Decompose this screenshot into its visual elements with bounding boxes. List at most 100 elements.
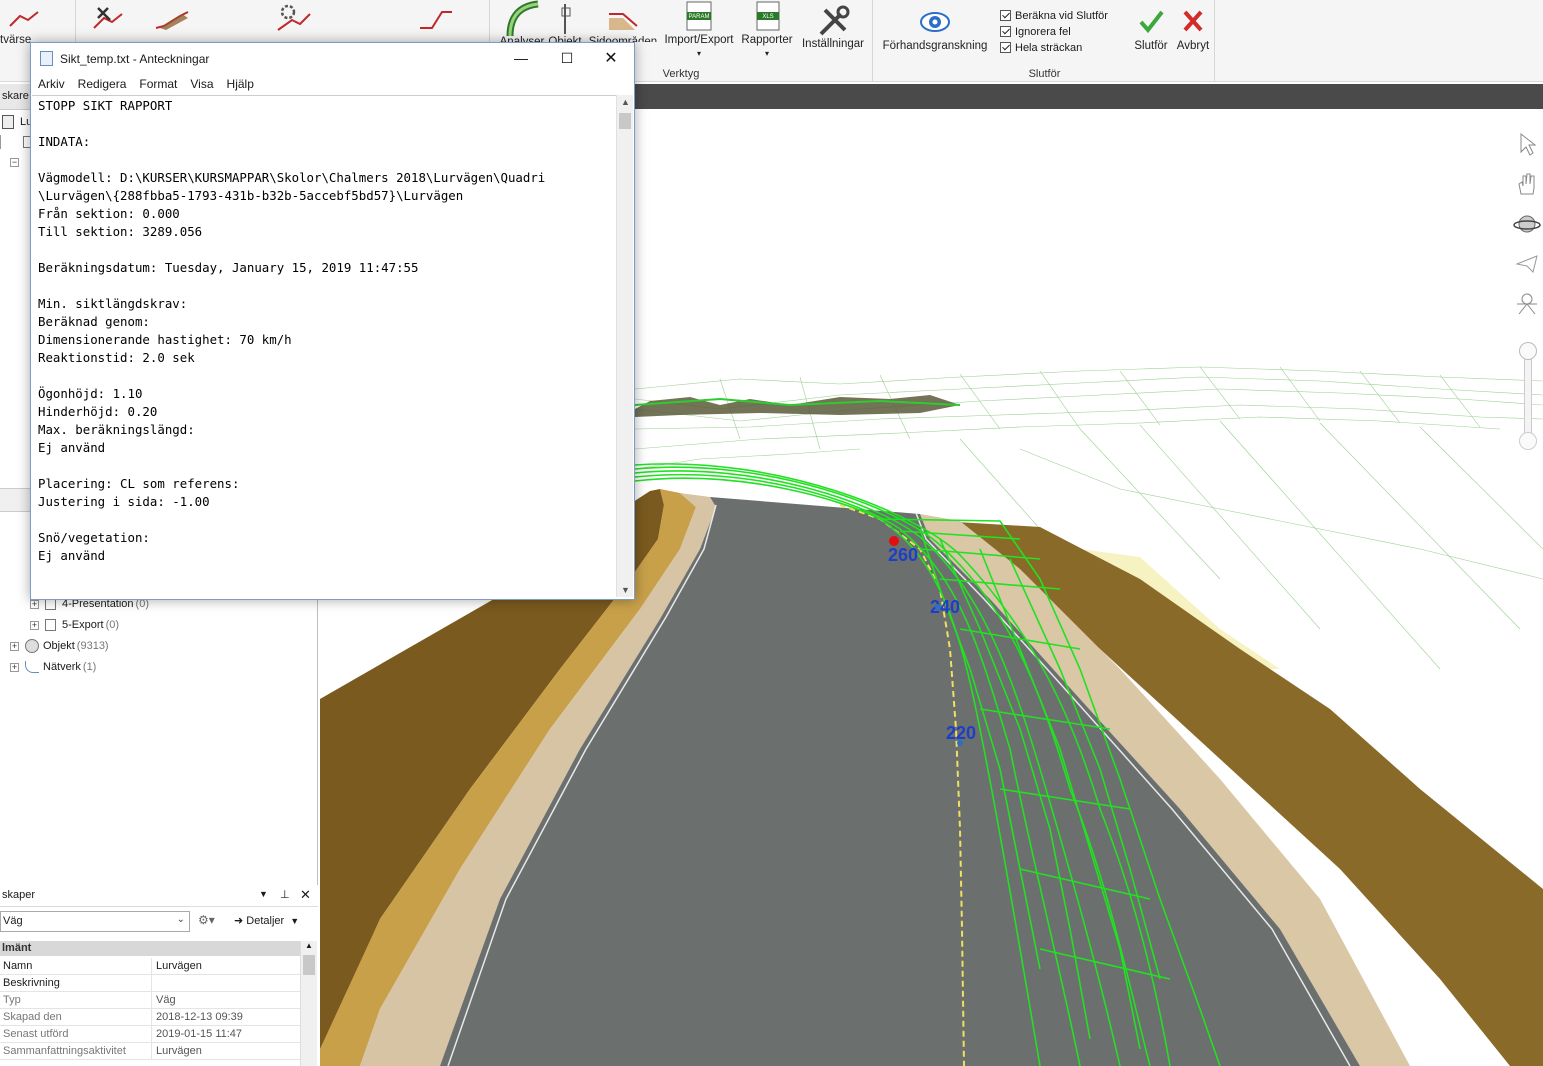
expand-icon[interactable]: + [10, 641, 19, 651]
sidoomraden-button[interactable]: Sidoområden [588, 0, 658, 42]
object-type-select[interactable]: Väg ⌄ [0, 911, 190, 932]
property-row[interactable]: Beskrivning [0, 975, 300, 992]
checkbox-checked[interactable] [1000, 26, 1011, 37]
tree-item-objekt[interactable]: + Objekt (9313) [10, 636, 109, 656]
gear-icon[interactable]: ⚙▾ [198, 913, 215, 927]
analyser-button[interactable]: Analyser [496, 0, 548, 42]
details-label: Detaljer [246, 915, 285, 927]
notepad-titlebar[interactable]: Sikt_temp.txt - Anteckningar — ☐ ✕ [31, 43, 634, 74]
text-line: \Lurvägen\{288fbba5-1793-431b-b32b-5acce… [38, 188, 464, 203]
tree-sub[interactable] [0, 132, 33, 152]
notepad-text-area[interactable]: STOPP SIKT RAPPORT INDATA: Vägmodell: D:… [32, 95, 616, 597]
property-row[interactable]: Typ Väg [0, 992, 300, 1009]
check-berakna[interactable]: Beräkna vid Slutför [1000, 8, 1108, 23]
stop-marker [889, 536, 899, 546]
globe-icon [25, 639, 39, 653]
zoom-slider[interactable] [1519, 342, 1537, 450]
orbit-icon[interactable] [1513, 210, 1541, 238]
text-line: Placering: CL som referens: [38, 476, 240, 491]
close-icon[interactable]: ✕ [300, 887, 311, 903]
xls-tag: XLS [762, 14, 773, 20]
cross-section-icon [9, 11, 39, 27]
menu-hjalp[interactable]: Hjälp [227, 74, 254, 94]
finish-label: Slutför [1134, 40, 1168, 52]
details-button[interactable]: ➜ Detaljer ▼ [234, 914, 299, 927]
cross-section-button[interactable]: tvärse [0, 4, 46, 47]
properties-section-header[interactable]: lmänt [0, 941, 300, 956]
tree-item-natverk[interactable]: + Nätverk (1) [10, 657, 96, 677]
text-line: STOPP SIKT RAPPORT [38, 98, 173, 113]
close-x-icon [1183, 10, 1203, 32]
import-export-label: Import/Export [664, 34, 734, 46]
properties-title: skaper [2, 889, 36, 901]
property-row[interactable]: Senast utförd 2019-01-15 11:47 [0, 1026, 300, 1043]
property-key: Beskrivning [0, 975, 152, 991]
tree-root[interactable]: Lu [2, 112, 32, 132]
property-row[interactable]: Skapad den 2018-12-13 09:39 [0, 1009, 300, 1026]
notepad-window[interactable]: Sikt_temp.txt - Anteckningar — ☐ ✕ Arkiv… [30, 42, 635, 600]
rapporter-dropdown-icon: ▾ [764, 49, 769, 58]
scroll-thumb[interactable] [303, 955, 315, 975]
tree-label: 5-Export [62, 619, 104, 631]
notepad-scrollbar[interactable]: ▲ ▼ [616, 95, 633, 597]
edit-tool-button[interactable] [88, 4, 128, 34]
slutfor-group-label: Slutför [1028, 68, 1061, 80]
station-marker [957, 740, 963, 746]
scroll-up-icon[interactable]: ▲ [617, 97, 634, 107]
cancel-button[interactable]: Avbryt [1173, 8, 1213, 53]
tree-count: (0) [105, 619, 120, 631]
walk-icon[interactable] [1513, 290, 1541, 318]
property-key: Senast utförd [0, 1026, 152, 1042]
settings-section-button[interactable] [272, 2, 316, 34]
property-row[interactable]: Sammanfattningsaktivitet Lurvägen [0, 1043, 300, 1060]
expand-icon[interactable]: + [30, 620, 39, 630]
select-pointer-icon[interactable] [1513, 130, 1541, 158]
param-tag: PARAM [689, 14, 710, 20]
menu-redigera[interactable]: Redigera [78, 74, 127, 94]
menu-visa[interactable]: Visa [190, 74, 213, 94]
text-line: Från sektion: 0.000 [38, 206, 180, 221]
text-line [38, 277, 616, 295]
property-row[interactable]: Namn Lurvägen [0, 958, 300, 975]
objekt-button[interactable]: Objekt [542, 0, 588, 42]
maximize-button[interactable]: ☐ [544, 43, 590, 74]
preview-button[interactable]: Förhandsgranskning [877, 8, 993, 53]
profile-tool-button[interactable] [414, 4, 458, 34]
pin-icon[interactable]: ⊥ [280, 888, 290, 901]
text-line: Justering i sida: -1.00 [38, 494, 210, 509]
close-button[interactable]: ✕ [588, 43, 634, 74]
rapporter-button[interactable]: XLS Rapporter ▾ [736, 0, 798, 60]
checkbox-checked[interactable] [1000, 10, 1011, 21]
zoom-slider-handle[interactable] [1519, 342, 1537, 360]
station-label-240: 240 [930, 597, 960, 617]
expand-icon[interactable]: + [10, 662, 19, 672]
menu-arkiv[interactable]: Arkiv [38, 74, 65, 94]
check-hela[interactable]: Hela sträckan [1000, 40, 1082, 55]
tree-item-export[interactable]: + 5-Export (0) [30, 615, 119, 635]
scroll-thumb[interactable] [619, 113, 631, 129]
fly-icon[interactable] [1513, 250, 1541, 278]
pan-hand-icon[interactable] [1513, 170, 1541, 198]
property-value: Lurvägen [156, 960, 202, 972]
menu-format[interactable]: Format [139, 74, 177, 94]
check-label: Hela sträckan [1015, 41, 1083, 54]
checkbox-checked[interactable] [1000, 42, 1011, 53]
text-line: Ögonhöjd: 1.10 [38, 386, 143, 401]
properties-scrollbar[interactable]: ▲ [300, 941, 317, 1066]
tree-collapse[interactable]: − [10, 152, 25, 172]
scroll-down-icon[interactable]: ▼ [617, 585, 634, 595]
expand-icon[interactable]: + [30, 599, 39, 609]
text-line [38, 457, 616, 475]
scroll-up-icon[interactable]: ▲ [301, 941, 317, 950]
terrain-tool-button[interactable] [150, 4, 194, 34]
collapse-icon[interactable]: − [10, 157, 19, 167]
eye-icon [920, 12, 950, 32]
finish-button[interactable]: Slutför [1129, 8, 1173, 53]
installningar-button[interactable]: Inställningar [798, 4, 868, 51]
text-line [38, 151, 616, 169]
check-ignorera[interactable]: Ignorera fel [1000, 24, 1071, 39]
minimize-button[interactable]: — [498, 43, 544, 74]
dropdown-icon[interactable]: ▼ [259, 889, 268, 899]
import-export-button[interactable]: PARAM Import/Export ▾ [662, 0, 736, 60]
text-line: Max. beräkningslängd: [38, 422, 195, 437]
